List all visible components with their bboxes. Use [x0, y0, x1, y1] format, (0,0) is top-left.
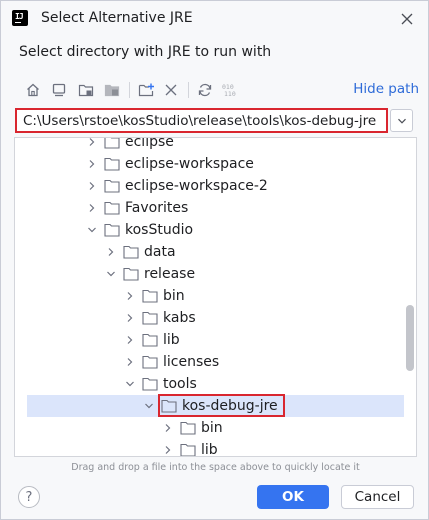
tree-row[interactable]: tools — [15, 373, 404, 395]
folder-icon — [142, 377, 158, 391]
tree-row[interactable]: kos-debug-jre — [27, 394, 404, 417]
home-button[interactable] — [22, 79, 44, 101]
chevron-down-icon[interactable] — [106, 269, 116, 279]
chevron-down-icon — [397, 118, 406, 124]
toolbar-separator — [129, 82, 130, 98]
folder-icon — [104, 157, 120, 171]
chevron-right-icon[interactable] — [125, 313, 135, 323]
path-field-highlight — [15, 108, 388, 133]
file-chooser-toolbar: 010 110 Hide path — [19, 79, 419, 101]
refresh-button[interactable] — [194, 79, 216, 101]
folder-icon — [104, 201, 120, 215]
path-history-dropdown[interactable] — [390, 109, 413, 132]
tree-row[interactable]: Favorites — [15, 197, 404, 219]
path-input[interactable] — [17, 110, 386, 131]
folder-icon — [123, 245, 139, 259]
tree-row[interactable]: data — [15, 241, 404, 263]
tree-item-label: tools — [163, 376, 197, 392]
folder-icon — [123, 267, 139, 281]
binary-icon: 010 110 — [222, 83, 236, 98]
dialog-subtitle: Select directory with JRE to run with — [19, 44, 272, 60]
toolbar-separator — [188, 82, 189, 98]
chevron-right-icon[interactable] — [87, 181, 97, 191]
drag-drop-hint: Drag and drop a file into the space abov… — [71, 462, 360, 473]
chevron-right-icon[interactable] — [87, 159, 97, 169]
ok-button[interactable]: OK — [257, 485, 329, 509]
module-folder-icon — [104, 84, 120, 97]
refresh-icon — [198, 83, 212, 97]
delete-icon — [165, 84, 177, 96]
chevron-right-icon[interactable] — [87, 203, 97, 213]
tree-scrollbar-track[interactable] — [405, 138, 416, 456]
tree-item-label: Favorites — [125, 200, 189, 216]
project-folder-button[interactable] — [75, 79, 97, 101]
tree-item-label: release — [144, 266, 196, 282]
tree-row[interactable]: bin — [15, 285, 404, 307]
svg-text:110: 110 — [224, 90, 236, 98]
binary-button[interactable]: 010 110 — [219, 79, 241, 101]
chevron-right-icon[interactable] — [163, 445, 173, 455]
tree-row[interactable]: kosStudio — [15, 219, 404, 241]
chevron-right-icon[interactable] — [87, 137, 97, 147]
title-bar: IJ Select Alternative JRE — [1, 1, 428, 37]
tree-row[interactable]: lib — [15, 329, 404, 351]
close-icon — [401, 13, 413, 25]
close-button[interactable] — [396, 8, 418, 30]
chevron-right-icon[interactable] — [106, 247, 116, 257]
folder-icon — [104, 223, 120, 237]
folder-icon — [104, 179, 120, 193]
cancel-button[interactable]: Cancel — [341, 485, 414, 509]
new-folder-icon — [138, 83, 154, 97]
select-jre-dialog: IJ Select Alternative JRE Select directo… — [0, 0, 429, 520]
chevron-right-icon[interactable] — [125, 357, 135, 367]
tree-item-label: eclipse-workspace-2 — [125, 178, 268, 194]
chevron-right-icon[interactable] — [163, 423, 173, 433]
tree-item-label: lib — [163, 332, 180, 348]
tree-item-label: kosStudio — [125, 222, 194, 238]
tree-row[interactable]: release — [15, 263, 404, 285]
intellij-app-icon: IJ — [12, 10, 28, 26]
chevron-down-icon[interactable] — [144, 401, 154, 411]
selected-folder-highlight — [158, 394, 285, 417]
tree-row[interactable]: bin — [15, 417, 404, 439]
tree-item-label: eclipse-workspace — [125, 156, 254, 172]
module-folder-button[interactable] — [101, 79, 123, 101]
tree-item-label: lib — [201, 442, 218, 457]
desktop-button[interactable] — [48, 79, 70, 101]
desktop-icon — [52, 83, 66, 97]
tree-row[interactable]: lib — [15, 439, 404, 457]
tree-item-label: eclipse — [125, 137, 174, 150]
folder-icon — [180, 443, 196, 456]
new-folder-button[interactable] — [135, 79, 157, 101]
folder-icon — [142, 333, 158, 347]
help-button[interactable]: ? — [18, 486, 40, 508]
tree-item-label: licenses — [163, 354, 220, 370]
delete-button[interactable] — [160, 79, 182, 101]
chevron-right-icon[interactable] — [125, 335, 135, 345]
chevron-down-icon[interactable] — [125, 379, 135, 389]
folder-icon — [142, 289, 158, 303]
tree-row[interactable]: licenses — [15, 351, 404, 373]
tree-row[interactable]: eclipse-workspace — [15, 153, 404, 175]
tree-row[interactable]: eclipse — [15, 137, 404, 153]
tree-item-label: bin — [163, 288, 185, 304]
tree-item-label: data — [144, 244, 176, 260]
tree-item-label: bin — [201, 420, 223, 436]
tree-row[interactable]: kabs — [15, 307, 404, 329]
dialog-title: Select Alternative JRE — [41, 10, 193, 26]
home-icon — [27, 83, 39, 97]
chevron-right-icon[interactable] — [125, 291, 135, 301]
hide-path-link[interactable]: Hide path — [353, 81, 419, 97]
folder-icon — [142, 355, 158, 369]
folder-icon — [104, 138, 120, 149]
folder-icon — [142, 311, 158, 325]
project-folder-icon — [78, 84, 94, 97]
chevron-down-icon[interactable] — [87, 225, 97, 235]
directory-tree[interactable]: lib bin kos-debug-jre tools licenses lib kabs b… — [14, 137, 417, 457]
tree-scrollbar-thumb[interactable] — [406, 305, 414, 371]
tree-item-label: kabs — [163, 310, 196, 326]
folder-icon — [180, 421, 196, 435]
tree-row[interactable]: eclipse-workspace-2 — [15, 175, 404, 197]
